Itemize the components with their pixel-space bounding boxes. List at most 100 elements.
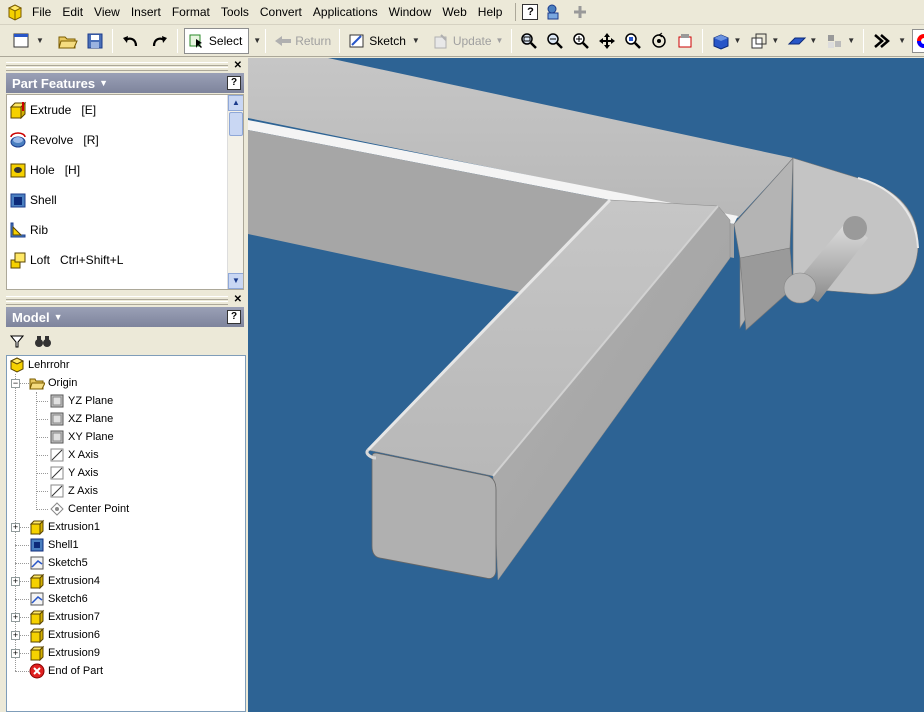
tree-node-extrusion1[interactable]: Extrusion1 — [29, 518, 100, 536]
part-model-view[interactable] — [248, 58, 924, 712]
find-binoculars-icon[interactable] — [34, 334, 52, 348]
zoom-all-button[interactable] — [518, 29, 540, 53]
look-at-button[interactable] — [674, 29, 696, 53]
part-features-header[interactable]: Part Features ▼ ? — [6, 73, 244, 93]
tree-node-extrusion6[interactable]: Extrusion6 — [29, 626, 100, 644]
feature-loft[interactable]: Loft Ctrl+Shift+L — [7, 245, 243, 275]
menu-insert[interactable]: Insert — [127, 3, 165, 21]
tree-node-origin[interactable]: Origin — [29, 374, 77, 392]
open-button[interactable] — [56, 29, 80, 53]
expand-icon[interactable]: + — [11, 631, 20, 640]
tree-node-lehrrohr[interactable]: Lehrrohr — [9, 356, 70, 374]
tree-node-extrusion7[interactable]: Extrusion7 — [29, 608, 100, 626]
expand-icon[interactable]: + — [11, 577, 20, 586]
feature-label: Loft — [30, 253, 51, 267]
panel-grip[interactable] — [6, 67, 228, 71]
zoom-selected-button[interactable] — [622, 29, 644, 53]
return-button[interactable]: Return — [272, 29, 333, 53]
menu-edit[interactable]: Edit — [58, 3, 87, 21]
scroll-thumb[interactable] — [229, 112, 243, 136]
camera-view-button[interactable]: ▼ — [747, 29, 781, 53]
model-header[interactable]: Model ▼ ? — [6, 307, 244, 327]
panel-grip[interactable] — [6, 296, 228, 300]
collapse-icon[interactable]: − — [11, 379, 20, 388]
tree-node-center-point[interactable]: Center Point — [49, 500, 129, 518]
menu-help[interactable]: Help — [474, 3, 507, 21]
select-dropdown-arrow-icon[interactable]: ▼ — [253, 36, 261, 45]
feature-hole[interactable]: Hole [H] — [7, 155, 243, 185]
filter-icon[interactable] — [10, 334, 24, 348]
inventor-app-icon[interactable] — [6, 3, 24, 21]
color-button[interactable] — [912, 28, 924, 53]
update-dropdown-arrow-icon[interactable]: ▼ — [496, 36, 504, 45]
tree-node-yz-plane[interactable]: YZ Plane — [49, 392, 113, 410]
model-help-icon[interactable]: ? — [227, 310, 241, 324]
display-mode-dropdown-arrow-icon[interactable]: ▼ — [733, 36, 741, 45]
graphics-viewport[interactable] — [248, 58, 924, 712]
feature-rib[interactable]: Rib — [7, 215, 243, 245]
pan-button[interactable] — [596, 29, 618, 53]
tree-node-sketch5[interactable]: Sketch5 — [29, 554, 88, 572]
menu-tools[interactable]: Tools — [217, 3, 253, 21]
update-button[interactable]: Update ▼ — [430, 29, 506, 53]
tree-node-x-axis[interactable]: X Axis — [49, 446, 99, 464]
shadow-button[interactable]: ▼ — [785, 29, 819, 53]
menu-web[interactable]: Web — [438, 3, 470, 21]
design-assistant-icon[interactable] — [544, 3, 562, 21]
menu-view[interactable]: View — [90, 3, 124, 21]
panel-grip[interactable] — [6, 301, 228, 305]
tree-node-extrusion9[interactable]: Extrusion9 — [29, 644, 100, 662]
tree-node-end-of-part[interactable]: End of Part — [29, 662, 103, 680]
feature-revolve[interactable]: Revolve [R] — [7, 125, 243, 155]
sketch-dropdown-arrow-icon[interactable]: ▼ — [412, 36, 420, 45]
part-features-title: Part Features — [12, 75, 96, 91]
reflection-button[interactable]: ▼ — [823, 29, 857, 53]
new-button[interactable]: ▼ — [10, 29, 46, 53]
tree-label: Origin — [48, 377, 78, 389]
tree-node-sketch6[interactable]: Sketch6 — [29, 590, 88, 608]
menu-convert[interactable]: Convert — [256, 3, 306, 21]
display-mode-button[interactable]: ▼ — [709, 29, 743, 53]
menu-window[interactable]: Window — [385, 3, 436, 21]
panel-grip[interactable] — [6, 62, 228, 66]
tree-node-z-axis[interactable]: Z Axis — [49, 482, 98, 500]
scroll-down-icon[interactable]: ▼ — [228, 273, 243, 289]
part-features-help-icon[interactable]: ? — [227, 76, 241, 90]
tree-node-xy-plane[interactable]: XY Plane — [49, 428, 114, 446]
undo-icon — [122, 35, 138, 46]
sketch-button[interactable]: Sketch ▼ — [346, 29, 422, 53]
shadow-dropdown-arrow-icon[interactable]: ▼ — [809, 36, 817, 45]
menu-applications[interactable]: Applications — [309, 3, 382, 21]
expand-icon[interactable]: + — [11, 649, 20, 658]
tree-node-y-axis[interactable]: Y Axis — [49, 464, 98, 482]
tree-node-xz-plane[interactable]: XZ Plane — [49, 410, 113, 428]
menu-format[interactable]: Format — [168, 3, 214, 21]
redo-button[interactable] — [147, 29, 171, 53]
chevron-down-icon[interactable]: ▼ — [54, 312, 63, 322]
new-dropdown-arrow-icon[interactable]: ▼ — [36, 36, 44, 45]
close-icon[interactable]: ✕ — [234, 60, 242, 71]
chevron-down-icon[interactable]: ▼ — [99, 78, 108, 88]
select-button[interactable]: Select — [183, 27, 250, 54]
tree-node-shell1[interactable]: Shell1 — [29, 536, 79, 554]
expand-icon[interactable]: + — [11, 613, 20, 622]
zoom-button[interactable] — [570, 29, 592, 53]
plus-icon[interactable] — [572, 4, 588, 20]
more-tools-dropdown-arrow-icon[interactable]: ▼ — [898, 36, 906, 45]
expand-icon[interactable]: + — [11, 523, 20, 532]
tree-node-extrusion4[interactable]: Extrusion4 — [29, 572, 100, 590]
more-tools-button[interactable]: ▼ — [870, 29, 908, 53]
close-icon[interactable]: ✕ — [234, 294, 242, 305]
scroll-up-icon[interactable]: ▲ — [228, 95, 243, 111]
rotate-button[interactable] — [648, 29, 670, 53]
feature-extrude[interactable]: Extrude [E] — [7, 95, 243, 125]
reflection-dropdown-arrow-icon[interactable]: ▼ — [847, 36, 855, 45]
feature-shell[interactable]: Shell — [7, 185, 243, 215]
menu-file[interactable]: File — [28, 3, 55, 21]
part-features-scrollbar[interactable]: ▲ ▼ — [227, 95, 243, 289]
save-button[interactable] — [84, 29, 106, 53]
undo-button[interactable] — [119, 29, 143, 53]
zoom-window-button[interactable] — [544, 29, 566, 53]
camera-dropdown-arrow-icon[interactable]: ▼ — [771, 36, 779, 45]
whats-this-help-icon[interactable]: ? — [522, 4, 539, 20]
